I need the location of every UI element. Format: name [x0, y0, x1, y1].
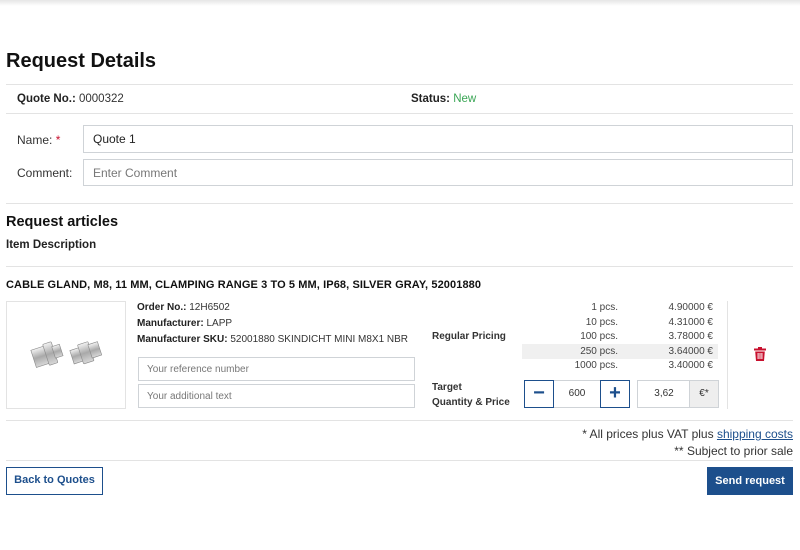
decrease-quantity-button[interactable]: −: [524, 380, 554, 408]
sku-value: 52001880 SKINDICHT MINI M8X1 NBR: [230, 334, 409, 345]
trash-icon[interactable]: [754, 347, 766, 361]
sku-row: Manufacturer SKU: 52001880 SKINDICHT MIN…: [137, 332, 408, 348]
cable-gland-image: [30, 341, 103, 368]
name-field-label: Name: *: [17, 133, 60, 147]
manufacturer-row: Manufacturer: LAPP: [137, 316, 408, 332]
divider: [6, 203, 793, 204]
divider: [6, 84, 793, 85]
top-shadow: [0, 0, 800, 6]
price-tier-quantity: 1 pcs.: [591, 302, 618, 313]
price-tier-row: 1 pcs. 4.90000 €: [522, 300, 718, 315]
name-label-text: Name:: [17, 133, 53, 147]
quote-number-value: 0000322: [78, 93, 124, 105]
currency-addon: €*: [689, 381, 718, 407]
status-badge: New: [453, 93, 477, 105]
item-description-header: Item Description: [6, 239, 97, 251]
reference-number-input[interactable]: [138, 357, 415, 381]
articles-heading: Request articles: [6, 214, 119, 230]
back-to-quotes-button[interactable]: Back to Quotes: [6, 467, 103, 495]
quote-number-label: Quote No.:: [17, 93, 76, 105]
vat-note: * All prices plus VAT plus shipping cost…: [582, 427, 793, 441]
shipping-costs-link[interactable]: shipping costs: [717, 427, 793, 441]
price-tier-row: 100 pcs. 3.78000 €: [522, 329, 718, 344]
target-price-input[interactable]: 3,62: [638, 381, 690, 407]
status-label: Status:: [411, 93, 450, 105]
manufacturer-value: LAPP: [206, 318, 233, 329]
order-number-row: Order No.: 12H6502: [137, 300, 408, 316]
target-quantity-input[interactable]: 600: [554, 380, 600, 408]
quote-number: Quote No.: 0000322: [17, 93, 124, 105]
comment-input[interactable]: [83, 159, 793, 186]
divider: [6, 113, 793, 114]
target-label-line1: Target: [432, 382, 462, 393]
divider: [6, 460, 793, 461]
sku-label: Manufacturer SKU:: [137, 334, 228, 345]
required-marker: *: [55, 133, 61, 147]
price-tier-quantity: 250 pcs.: [580, 345, 618, 357]
order-number-label: Order No.:: [137, 302, 187, 313]
price-tier-row: 250 pcs. 3.64000 €: [522, 343, 718, 359]
price-tier-quantity: 100 pcs.: [580, 331, 618, 342]
target-label-line2: Quantity & Price: [432, 397, 510, 408]
target-price-field[interactable]: 3,62 €*: [637, 380, 719, 408]
price-tier-quantity: 1000 pcs.: [574, 360, 618, 371]
comment-field-label: Comment:: [17, 166, 73, 180]
price-tier-price: 3.78000 €: [668, 331, 714, 342]
page-title: Request Details: [6, 50, 157, 72]
price-tier-price: 4.31000 €: [668, 316, 714, 328]
divider: [6, 420, 793, 421]
target-label: Target Quantity & Price: [432, 380, 510, 410]
product-image[interactable]: [6, 301, 126, 409]
divider: [6, 266, 793, 267]
send-request-button[interactable]: Send request: [707, 467, 793, 495]
product-title: CABLE GLAND, M8, 11 MM, CLAMPING RANGE 3…: [6, 279, 482, 291]
name-input[interactable]: [83, 125, 793, 153]
additional-text-input[interactable]: [138, 384, 415, 408]
order-number-value: 12H6502: [189, 302, 230, 313]
price-tier-price: 3.64000 €: [668, 345, 714, 357]
product-details: Order No.: 12H6502 Manufacturer: LAPP Ma…: [137, 300, 408, 348]
price-tier-row: 10 pcs. 4.31000 €: [522, 315, 718, 330]
increase-quantity-button[interactable]: +: [600, 380, 630, 408]
price-tier-quantity: 10 pcs.: [585, 316, 618, 328]
manufacturer-label: Manufacturer:: [137, 318, 204, 329]
column-divider: [727, 301, 728, 409]
price-tier-price: 3.40000 €: [668, 360, 714, 371]
price-tier-row: 1000 pcs. 3.40000 €: [522, 358, 718, 373]
quote-status: Status: New: [411, 93, 476, 105]
price-tier-price: 4.90000 €: [668, 302, 714, 313]
prior-sale-note: ** Subject to prior sale: [674, 444, 793, 458]
regular-pricing-label: Regular Pricing: [432, 331, 506, 342]
vat-note-text: * All prices plus VAT plus: [582, 427, 717, 441]
